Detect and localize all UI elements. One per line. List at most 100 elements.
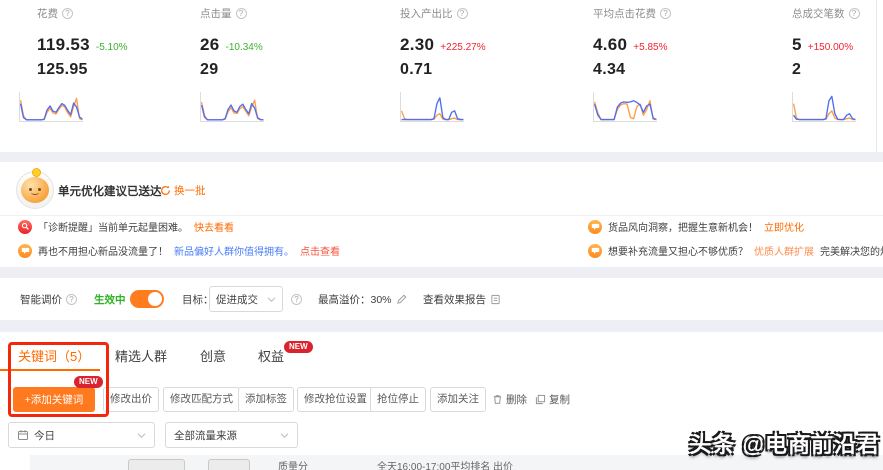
diagnosis-icon [18, 219, 32, 234]
metric-change: +225.27% [440, 42, 486, 53]
view-report-link[interactable]: 查看效果报告 [423, 278, 501, 320]
divider [0, 215, 883, 216]
sparkline-chart [19, 92, 83, 122]
metric-compare-value: 2 [792, 61, 802, 78]
suggestion-item: 「诊断提醒」当前单元起量困难。 快去看看 [18, 219, 234, 234]
metric-card-avg-cpc: 平均点击花费 4.60 +5.85% 4.34 [593, 6, 753, 122]
metric-compare-value: 29 [200, 61, 219, 78]
metric-value: 4.60 [593, 35, 628, 54]
edit-pencil-icon[interactable] [396, 294, 407, 305]
help-icon[interactable] [660, 8, 671, 19]
section-divider [0, 267, 883, 278]
assistant-mascot-icon [16, 168, 54, 209]
chevron-down-icon [137, 432, 146, 438]
calendar-icon [18, 430, 28, 440]
active-tab-underline [0, 369, 100, 371]
metrics-panel: 花费 119.53-5.10% 125.95 点击量 26-10.34% 29 … [0, 0, 883, 332]
go-see-link[interactable]: 快去看看 [194, 219, 234, 234]
modify-match-type-button[interactable]: 修改匹配方式 [163, 387, 240, 412]
new-product-crowd-link[interactable]: 新品偏好人群你值得拥有。 [174, 243, 294, 258]
tab-keywords[interactable]: 关键词（5） [18, 346, 90, 365]
sparkline-chart [200, 92, 264, 122]
tab-selected-crowds[interactable]: 精选人群 [115, 346, 167, 365]
suggestions-title: 单元优化建议已送达 [58, 186, 162, 198]
tab-rights[interactable]: 权益 [258, 346, 284, 365]
metric-card-roi: 投入产出比 2.30 +225.27% 0.71 [400, 6, 560, 122]
new-badge: NEW [284, 341, 313, 353]
chat-bubble-icon [18, 243, 32, 258]
target-select[interactable]: 促进成交 [209, 286, 283, 312]
traffic-source-select[interactable]: 全部流量来源 [165, 422, 298, 448]
modify-position-grab-button[interactable]: 修改抢位设置 [297, 387, 374, 412]
metric-card-cost: 花费 119.53 -5.10% 125.95 [19, 6, 197, 122]
metric-compare-value: 4.34 [593, 61, 626, 78]
max-premium-label: 最高溢价：30% [318, 293, 392, 306]
section-divider [0, 320, 883, 332]
smart-pricing-toggle[interactable] [130, 290, 164, 308]
help-icon[interactable] [291, 293, 302, 305]
report-icon [491, 294, 500, 304]
metric-change: -5.10% [95, 42, 128, 53]
metric-value: 26 [200, 35, 220, 54]
tab-creative[interactable]: 创意 [200, 346, 226, 365]
refresh-icon [161, 185, 170, 195]
add-tag-button[interactable]: 添加标签 [238, 387, 294, 412]
help-icon[interactable] [848, 8, 860, 19]
optimize-now-link[interactable]: 立即优化 [764, 219, 804, 234]
modify-bid-button[interactable]: 修改出价 [103, 387, 159, 412]
table-filter-button[interactable] [128, 459, 185, 470]
metric-value: 2.30 [400, 35, 435, 54]
column-header-quality-score[interactable]: 质量分 [278, 458, 308, 470]
quality-crowd-link[interactable]: 优质人群扩展 [754, 243, 814, 258]
copy-icon [535, 394, 546, 405]
add-keyword-button[interactable]: +添加关键词 [13, 387, 95, 412]
copy-button[interactable]: 复制 [535, 392, 570, 407]
help-icon[interactable] [66, 293, 77, 305]
delete-button[interactable]: 删除 [492, 392, 527, 407]
metric-label: 平均点击花费 [593, 8, 656, 20]
date-range-select[interactable]: 今日 [8, 422, 155, 448]
suggestion-text: 想要补充流量又担心不够优质？ [608, 247, 748, 258]
column-header-bid[interactable]: 出价 [493, 458, 513, 470]
smart-pricing-label: 智能调价 [20, 293, 62, 306]
watermark-text: 头条 @电商前沿君 [689, 432, 880, 457]
help-icon[interactable] [456, 8, 468, 19]
metric-label: 总成交笔数 [792, 8, 845, 20]
help-icon[interactable] [235, 8, 247, 19]
chat-bubble-icon [588, 219, 602, 234]
trash-icon [493, 395, 502, 404]
metric-label: 点击量 [200, 8, 232, 20]
metric-change: +150.00% [807, 42, 854, 53]
chevron-down-icon [267, 296, 276, 302]
chevron-down-icon [280, 432, 289, 438]
metric-value: 5 [792, 35, 802, 54]
ad-unit-dashboard: 花费 119.53-5.10% 125.95 点击量 26-10.34% 29 … [0, 0, 883, 470]
table-filter-button[interactable] [208, 459, 250, 470]
suggestion-item: 货品风向洞察，把握生意新机会！ 立即优化 [588, 219, 804, 234]
metric-change: -10.34% [225, 42, 263, 53]
click-view-link[interactable]: 点击查看 [300, 243, 340, 258]
suggestion-text: 「诊断提醒」当前单元起量困难。 [38, 223, 188, 234]
metric-label: 花费 [37, 8, 58, 20]
suggestion-item: 再也不用担心新品没流量了！ 新品偏好人群你值得拥有。 点击查看 [18, 243, 340, 258]
suggestion-item: 想要补充流量又担心不够优质？ 优质人群扩展 完美解决您的烦恼。 点击查看 [588, 243, 883, 258]
chat-bubble-icon [588, 243, 602, 258]
new-badge: NEW [74, 376, 103, 388]
add-follow-button[interactable]: 添加关注 [430, 387, 486, 412]
metric-label: 投入产出比 [400, 8, 453, 20]
metric-card-orders: 总成交笔数 5 +150.00% 2 [792, 6, 883, 122]
stop-position-grab-button[interactable]: 抢位停止 [370, 387, 426, 412]
metric-compare-value: 0.71 [400, 61, 433, 78]
suggestion-text: 货品风向洞察，把握生意新机会！ [608, 223, 758, 234]
column-header-avg-rank[interactable]: 全天16:00-17:00平均排名 [377, 458, 490, 470]
help-icon[interactable] [62, 8, 73, 19]
metric-change: +5.85% [633, 42, 668, 53]
sparkline-chart [400, 92, 464, 122]
refresh-suggestions-link[interactable]: 换一批 [160, 183, 206, 198]
smart-pricing-bar: 智能调价 生效中 目标： 促进成交 最高溢价：30% 查看效果报告 [0, 278, 883, 320]
sparkline-chart [792, 92, 856, 122]
metric-value: 119.53 [37, 35, 90, 54]
section-divider [0, 152, 883, 162]
optimization-suggestions-panel: 单元优化建议已送达 换一批 「诊断提醒」当前单元起量困难。 快去看看 再也不用担… [0, 162, 883, 267]
metric-card-clicks: 点击量 26 -10.34% 29 [200, 6, 360, 122]
